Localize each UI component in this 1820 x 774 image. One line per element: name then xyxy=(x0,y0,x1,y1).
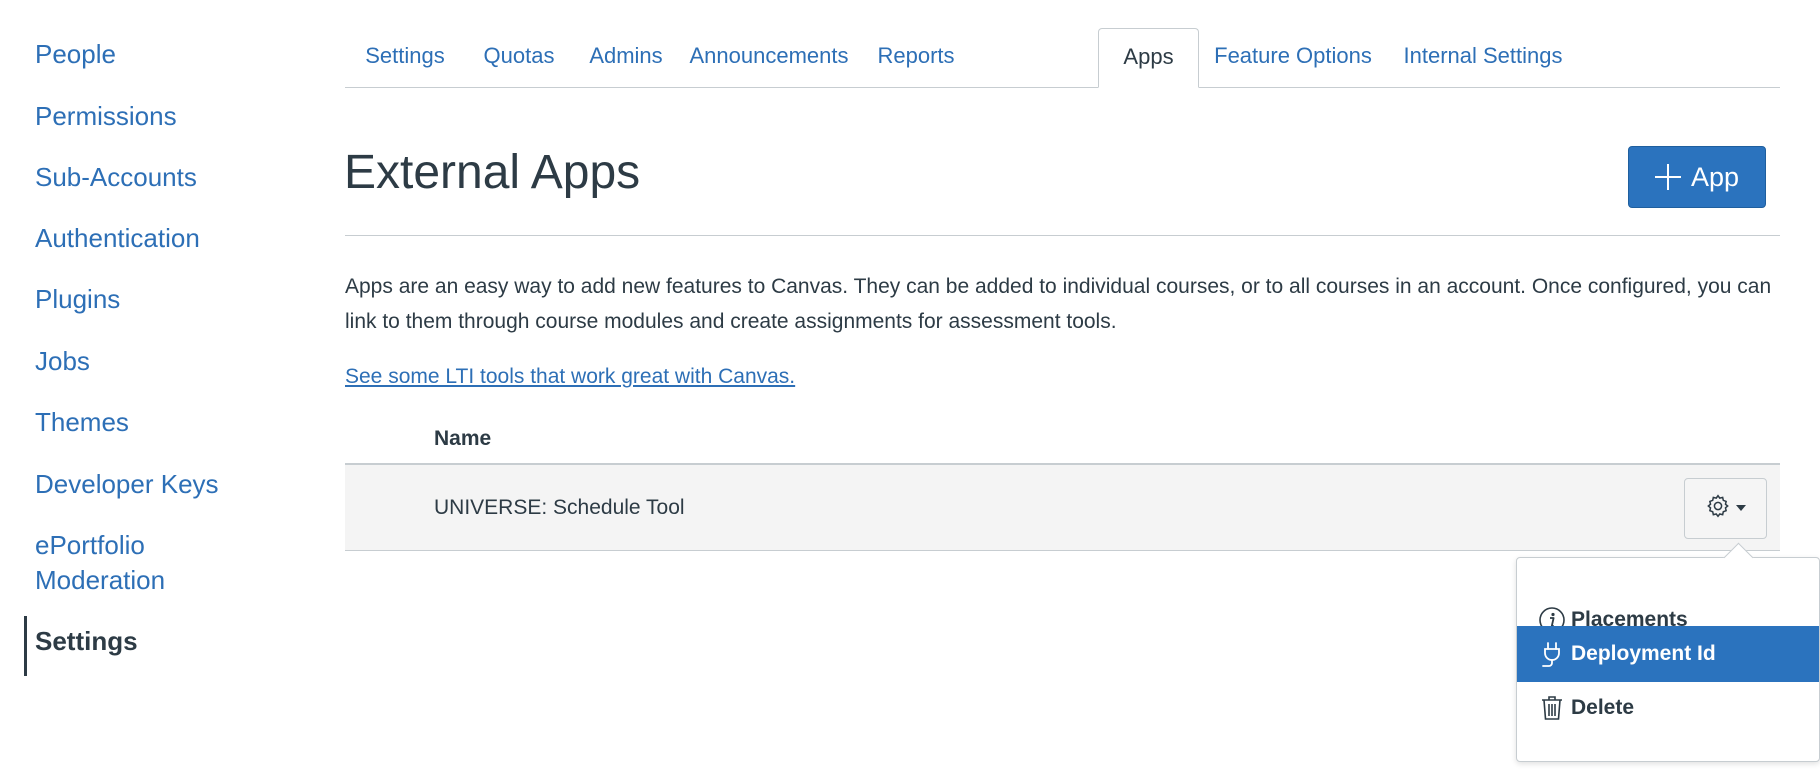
app-actions-menu: Placements Deployment Id Delete xyxy=(1516,557,1820,762)
sidebar-item-sub-accounts[interactable]: Sub-Accounts xyxy=(35,160,197,195)
sidebar-item-plugins[interactable]: Plugins xyxy=(35,282,120,317)
tab-reports[interactable]: Reports xyxy=(859,28,973,87)
caret-down-icon xyxy=(1735,500,1747,518)
plug-icon xyxy=(1537,639,1567,669)
sidebar-item-authentication[interactable]: Authentication xyxy=(35,221,200,256)
sidebar-item-label: Moderation xyxy=(35,565,166,595)
tab-admins[interactable]: Admins xyxy=(573,28,679,87)
tab-apps[interactable]: Apps xyxy=(1098,28,1199,88)
sidebar-item-people[interactable]: People xyxy=(35,37,116,72)
sidebar-item-jobs[interactable]: Jobs xyxy=(35,344,90,379)
trash-icon xyxy=(1537,693,1567,723)
menu-item-deployment-id[interactable]: Deployment Id xyxy=(1517,626,1819,682)
tab-quotas[interactable]: Quotas xyxy=(465,28,573,87)
gear-icon xyxy=(1705,493,1731,524)
add-app-label: App xyxy=(1690,161,1740,192)
app-name: UNIVERSE: Schedule Tool xyxy=(434,496,685,519)
sidebar-item-themes[interactable]: Themes xyxy=(35,405,129,440)
menu-item-delete[interactable]: Delete xyxy=(1517,680,1819,736)
sidebar-item-permissions[interactable]: Permissions xyxy=(35,99,177,134)
tab-internal-settings[interactable]: Internal Settings xyxy=(1388,28,1578,87)
tab-feature-options[interactable]: Feature Options xyxy=(1198,28,1388,87)
lti-tools-link[interactable]: See some LTI tools that work great with … xyxy=(345,359,795,394)
table-row: UNIVERSE: Schedule Tool xyxy=(345,463,1780,551)
sidebar-item-eportfolio-moderation[interactable]: ePortfolio Moderation xyxy=(35,528,165,598)
settings-tabs: Settings Quotas Admins Announcements Rep… xyxy=(345,28,1780,88)
menu-item-label: Deployment Id xyxy=(1571,642,1716,665)
menu-item-label: Delete xyxy=(1571,696,1635,719)
column-header-name: Name xyxy=(434,427,492,450)
page-title: External Apps xyxy=(344,146,641,199)
active-indicator xyxy=(24,616,27,676)
tab-settings[interactable]: Settings xyxy=(345,28,465,87)
intro-text: Apps are an easy way to add new features… xyxy=(345,275,1772,333)
account-sidebar: People Permissions Sub-Accounts Authenti… xyxy=(0,0,330,774)
add-app-button[interactable]: App xyxy=(1628,146,1766,208)
tab-announcements[interactable]: Announcements xyxy=(679,28,859,87)
header-divider xyxy=(345,235,1780,236)
plus-icon xyxy=(1654,164,1681,190)
sidebar-item-settings[interactable]: Settings xyxy=(35,624,138,659)
sidebar-item-label: ePortfolio xyxy=(35,530,145,560)
sidebar-item-developer-keys[interactable]: Developer Keys xyxy=(35,467,219,502)
app-settings-button[interactable] xyxy=(1684,478,1767,539)
